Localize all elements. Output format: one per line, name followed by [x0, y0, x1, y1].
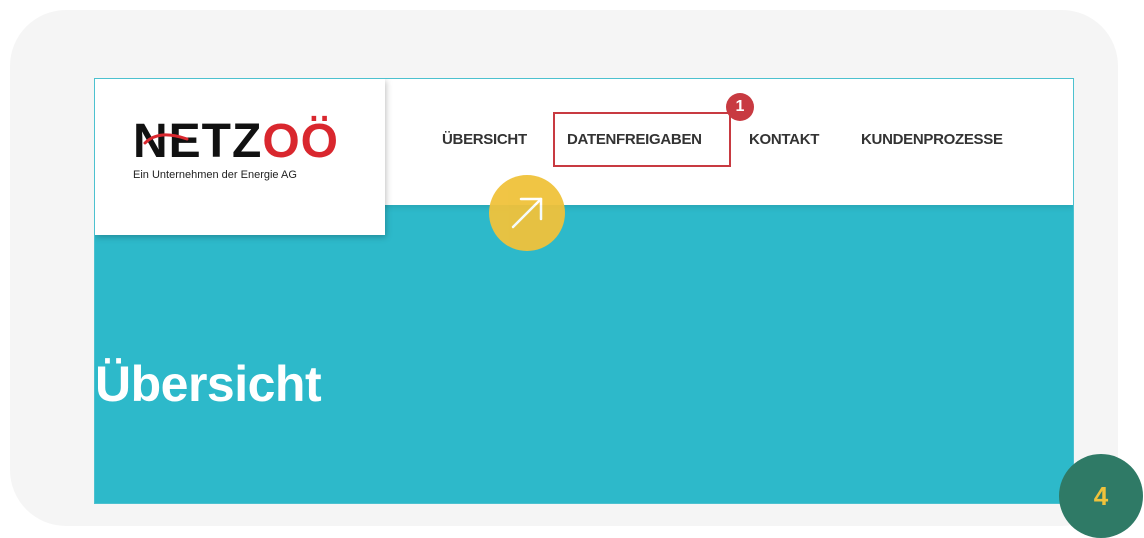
tutorial-card: ÜBERSICHT DATENFREIGABEN KONTAKT KUNDENP…	[10, 10, 1118, 526]
pointer-arrow-icon	[489, 175, 565, 251]
datenfreigaben-highlight-frame	[553, 112, 731, 167]
nav-item-kontakt[interactable]: KONTAKT	[749, 131, 819, 148]
logo-tagline: Ein Unternehmen der Energie AG	[133, 169, 297, 181]
website-frame: ÜBERSICHT DATENFREIGABEN KONTAKT KUNDENP…	[94, 78, 1074, 504]
nav-item-kundenprozesse[interactable]: KUNDENPROZESSE	[861, 131, 1003, 148]
nav-item-uebersicht[interactable]: ÜBERSICHT	[442, 131, 527, 148]
page-title: Übersicht	[95, 356, 322, 412]
logo-panel[interactable]: NETZOÖ Ein Unternehmen der Energie AG	[95, 79, 385, 235]
step-number-badge: 4	[1059, 454, 1143, 538]
logo-swoosh-icon	[143, 133, 189, 145]
highlight-number-badge: 1	[726, 93, 754, 121]
logo-brand-accent: OÖ	[262, 115, 339, 168]
